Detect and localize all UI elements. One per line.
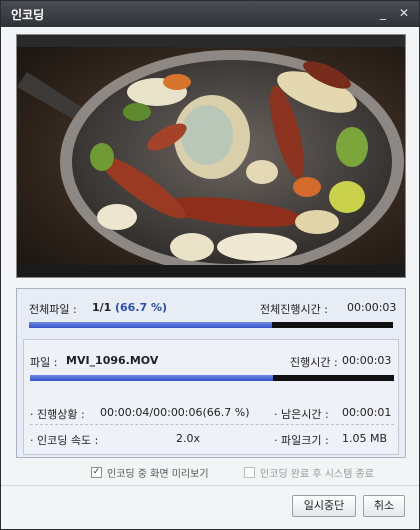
info-divider [30, 424, 394, 425]
status-value: 00:00:04/00:00:06(66.7 %) [100, 406, 250, 419]
cancel-button[interactable]: 취소 [363, 495, 405, 517]
video-top-band [17, 35, 405, 47]
preview-checkbox[interactable]: ✓ [91, 467, 102, 478]
file-label: 파일 : [30, 356, 58, 369]
overall-elapsed-label: 전체진행시간 : [260, 303, 328, 316]
minimize-icon[interactable]: _ [375, 5, 391, 21]
video-bottom-band [17, 265, 405, 277]
status-label: · 진행상황 : [30, 408, 85, 421]
shutdown-checkbox[interactable] [244, 467, 255, 478]
preview-option-label: 인코딩 중 화면 미리보기 [107, 469, 209, 480]
remaining-label: · 남은시간 : [274, 408, 329, 421]
footer-divider [1, 485, 419, 486]
close-icon[interactable]: ✕ [396, 5, 412, 21]
filesize-value: 1.05 MB [342, 432, 388, 445]
overall-file-count: 1/1 [92, 301, 112, 314]
shutdown-option[interactable]: 인코딩 완료 후 시스템 종료 [244, 465, 374, 480]
speed-value: 2.0x [176, 432, 201, 445]
video-preview [16, 34, 406, 278]
filesize-label: · 파일크기 : [274, 434, 329, 447]
pause-button[interactable]: 일시중단 [292, 495, 356, 517]
encoding-window: 인코딩 _ ✕ 전체파일: 1/1 (66.7 %) 전체진행시간: 00:… [0, 0, 420, 530]
title-bar[interactable]: 인코딩 _ ✕ [1, 1, 419, 27]
overall-percent: (66.7 %) [115, 301, 168, 314]
preview-frame-image [17, 47, 405, 267]
overall-files-label: 전체파일 : [29, 303, 77, 316]
file-info-box: 파일 : MVI_1096.MOV 진행시간 : 00:00:03 · 진행상황… [23, 339, 399, 455]
window-title: 인코딩 [11, 8, 45, 22]
file-elapsed-value: 00:00:03 [342, 354, 392, 367]
file-progress-bar [30, 375, 394, 381]
overall-progress-bar [29, 322, 393, 328]
overall-elapsed-value: 00:00:03 [347, 301, 397, 314]
remaining-value: 00:00:01 [342, 406, 392, 419]
overall-progress-fill [29, 322, 272, 328]
preview-option[interactable]: ✓ 인코딩 중 화면 미리보기 [91, 465, 209, 480]
file-name: MVI_1096.MOV [66, 354, 159, 367]
progress-panel: 전체파일 : 1/1 (66.7 %) 전체진행시간 : 00:00:03 파일… [16, 288, 406, 458]
shutdown-option-label: 인코딩 완료 후 시스템 종료 [260, 469, 374, 480]
file-elapsed-label: 진행시간 : [290, 356, 338, 369]
file-progress-fill [30, 375, 273, 381]
speed-label: · 인코딩 속도 : [30, 434, 99, 447]
